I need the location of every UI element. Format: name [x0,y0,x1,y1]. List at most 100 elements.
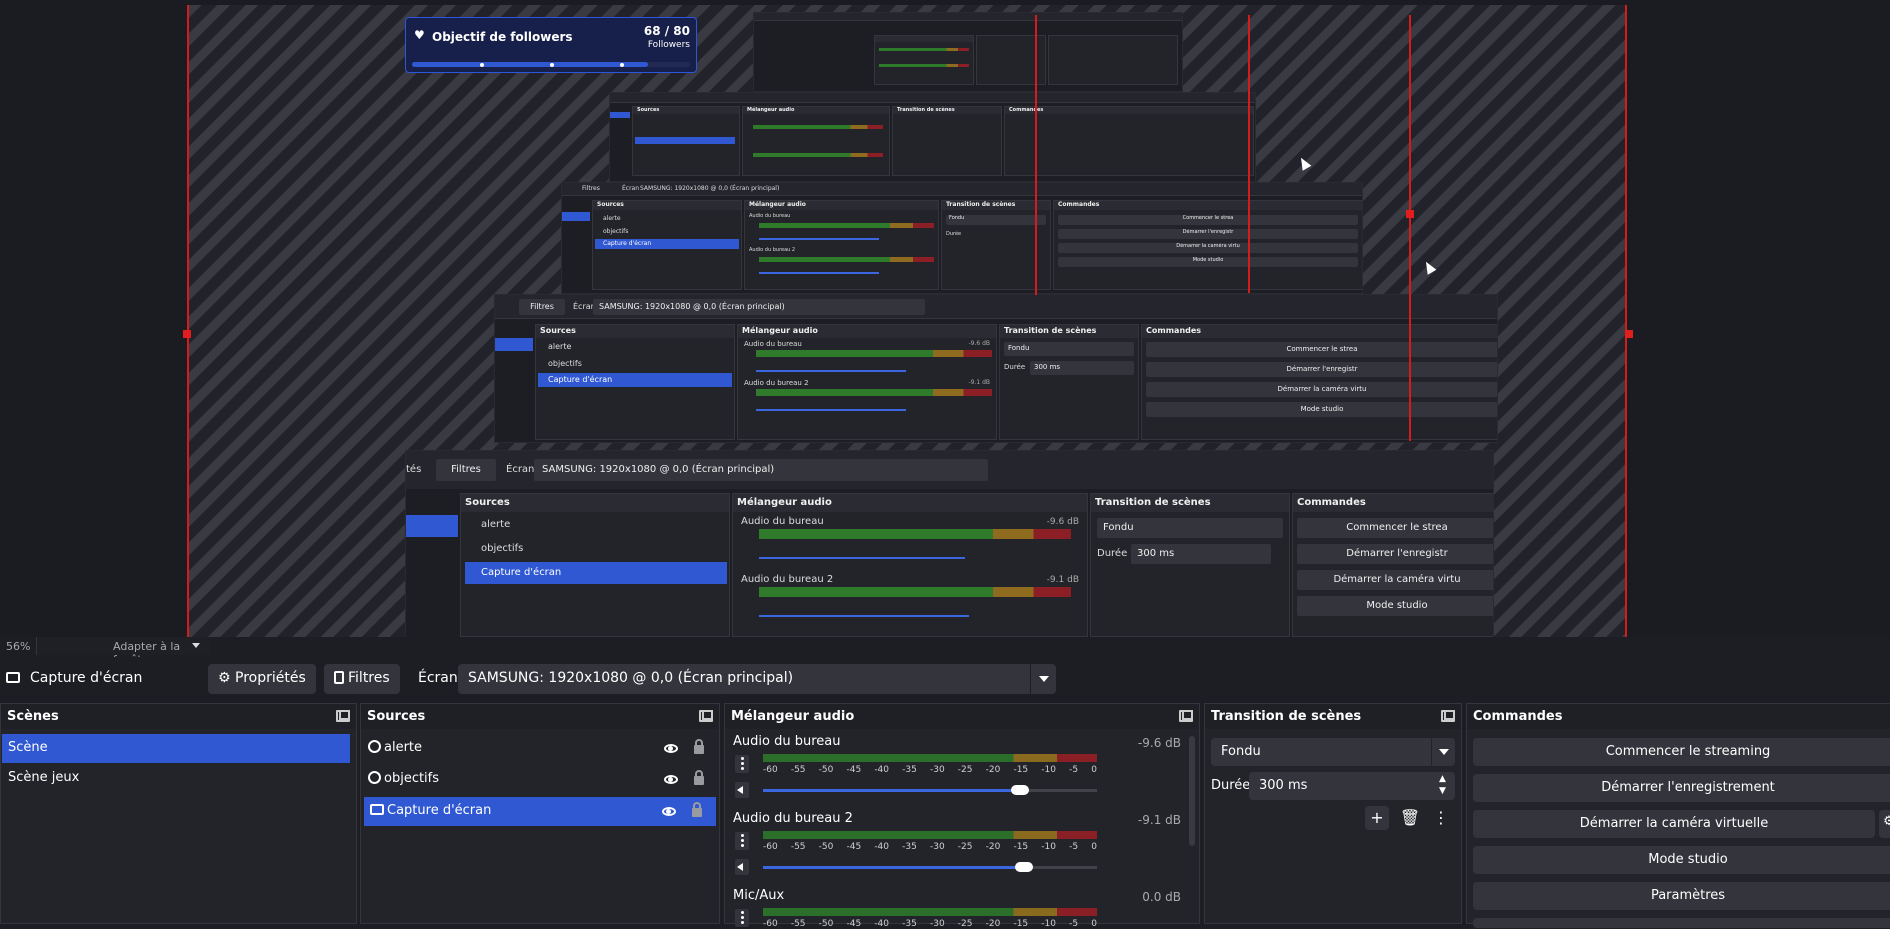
chevron-down-icon[interactable] [1431,738,1455,766]
volume-slider[interactable] [763,862,1097,872]
globe-icon [368,740,381,753]
meter-tick-label: -60 [763,842,778,852]
globe-icon [368,771,381,784]
meter-tick-label: -25 [957,765,973,775]
meter-tick-label: -20 [985,919,1001,929]
undock-icon[interactable] [699,710,713,722]
scene-item[interactable]: Scène jeux [2,764,355,793]
lock-icon[interactable] [694,770,704,785]
followers-count: 68 / 80 [643,24,690,38]
channel-options-icon[interactable] [735,755,749,773]
meter-tick-label: -30 [929,765,945,775]
settings-button[interactable]: Paramètres [1473,882,1890,910]
monitor-icon [6,672,20,683]
meter-tick-label: -50 [818,919,834,929]
transform-handle[interactable] [1625,330,1633,338]
screen-label: Écran [418,670,458,686]
zoom-mode-select[interactable]: Adapter à la fenêtre [36,637,210,666]
meter-tick-label: -45 [846,765,862,775]
chevron-down-icon[interactable] [1030,664,1056,694]
source-item[interactable]: Capture d'écran [364,797,716,826]
mouse-cursor-icon [1421,259,1437,275]
add-transition-button[interactable]: + [1365,806,1389,830]
spin-arrows-icon[interactable]: ▲ ▼ [1431,772,1455,800]
volume-slider-handle[interactable] [1011,785,1030,795]
eye-icon[interactable] [664,744,678,753]
mixer-channel-name: Mic/Aux [733,888,785,903]
meter-tick-label: -45 [846,919,862,929]
meter-tick-label: -20 [985,842,1001,852]
more-options-icon[interactable]: ⋮ [1429,806,1453,830]
zoom-percent: 56% [6,640,31,653]
meter-tick-label: 0 [1091,919,1097,929]
eye-icon[interactable] [664,775,678,784]
meter-tick-label: -35 [902,842,917,852]
followers-goal-widget: ♥ Objectif de followers 68 / 80 Follower… [405,17,697,73]
meter-tick-label: -10 [1041,765,1056,775]
duration-value: 300 ms [1259,778,1308,793]
start-recording-button[interactable]: Démarrer l'enregistrement [1473,774,1890,802]
filters-button[interactable]: Filtres [324,664,400,694]
meter-tick-label: -10 [1041,919,1056,929]
followers-unit: Followers [647,40,690,50]
properties-button[interactable]: ⚙ Propriétés [208,664,316,694]
source-item-label: alerte [384,740,423,755]
followers-progress-bar [412,62,690,67]
scene-item[interactable]: Scène [2,734,350,763]
source-item[interactable]: alerte [362,734,718,763]
volume-slider-handle[interactable] [1014,862,1033,872]
preview-canvas[interactable]: Sources Mélangeur audio Transition de sc… [183,5,1633,637]
scenes-dock-header: Scènes [1,704,356,729]
source-item-label: Capture d'écran [387,803,492,818]
source-item[interactable]: objectifs [362,765,718,794]
transform-handle[interactable] [183,330,191,338]
exit-button[interactable] [1473,918,1890,928]
source-toolbar: Capture d'écran ⚙ Propriétés Filtres Écr… [0,657,1890,699]
undock-icon[interactable] [1179,710,1193,722]
transition-type-select[interactable]: Fondu [1211,738,1455,766]
scene-item-label: Scène jeux [8,770,80,785]
selection-guide-line [1409,15,1411,441]
lock-icon[interactable] [694,739,704,754]
transform-handle[interactable] [1406,210,1414,218]
selected-source-name: Capture d'écran [30,670,143,686]
start-streaming-button[interactable]: Commencer le streaming [1473,738,1890,766]
trash-icon[interactable]: 🗑 [1398,806,1422,830]
virtual-camera-settings-button[interactable]: ⚙ [1879,810,1890,838]
nested-capture-level-1: Filtres Écran SAMSUNG: 1920x1080 @ 0,0 (… [495,295,1497,442]
duration-spinbox[interactable]: 300 ms ▲ ▼ [1249,772,1455,800]
transition-type-value: Fondu [1221,744,1261,759]
studio-mode-button[interactable]: Mode studio [1473,846,1890,874]
heart-icon: ♥ [414,28,425,42]
nested-capture-level-0: tés Filtres Écran SAMSUNG: 1920x1080 @ 0… [406,451,1493,637]
scenes-dock: Scènes Scène Scène jeux [0,703,357,924]
volume-slider[interactable] [763,785,1097,795]
eye-icon[interactable] [662,807,676,816]
scene-transition-dock-header: Transition de scènes [1205,704,1461,729]
preview-area[interactable]: Sources Mélangeur audio Transition de sc… [0,0,1890,637]
sources-dock: Sources alerte objectifs Capture d'écran [360,703,720,924]
scene-transition-title: Transition de scènes [1211,709,1362,724]
undock-icon[interactable] [1441,710,1455,722]
screen-select[interactable]: SAMSUNG: 1920x1080 @ 0,0 (Écran principa… [458,664,1056,694]
speaker-icon[interactable] [735,782,749,798]
gear-icon: ⚙ [218,670,231,686]
speaker-icon[interactable] [735,859,749,875]
mixer-channel-db: 0.0 dB [1142,890,1181,904]
meter-tick-label: 0 [1091,842,1097,852]
mixer-scrollbar[interactable] [1189,736,1195,846]
followers-goal-title: Objectif de followers [432,30,573,44]
start-virtual-camera-button[interactable]: Démarrer la caméra virtuelle [1473,810,1875,838]
scenes-title: Scènes [7,709,59,724]
channel-options-icon[interactable] [735,909,749,927]
sources-title: Sources [367,709,426,724]
channel-options-icon[interactable] [735,832,749,850]
meter-tick-label: -50 [818,765,834,775]
lock-icon[interactable] [692,802,702,817]
chevron-down-icon[interactable] [192,643,200,648]
volume-meter-scale: -60 -55 -50 -45 -40 -35 -30 -25 -20 -15 -10 -5 0 [763,842,1097,852]
sources-dock-header: Sources [361,704,719,729]
mixer-channel-name: Audio du bureau 2 [733,811,853,826]
meter-tick-label: -5 [1069,919,1079,929]
undock-icon[interactable] [336,710,350,722]
